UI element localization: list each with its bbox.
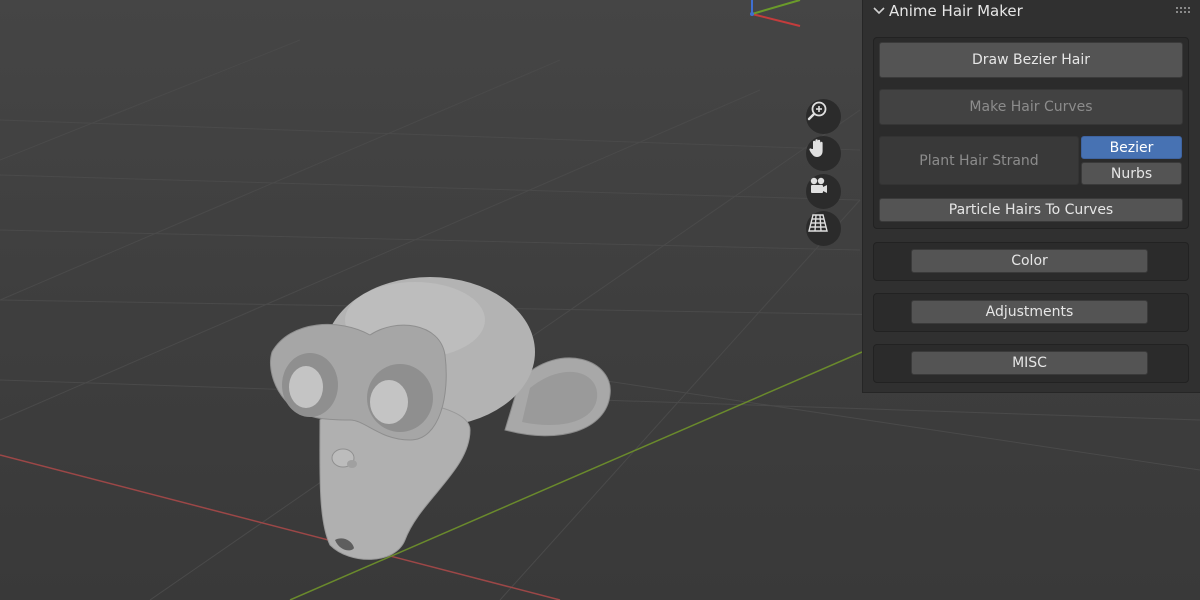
draw-bezier-hair-button[interactable]: Draw Bezier Hair bbox=[879, 42, 1183, 78]
curve-type-nurbs-option[interactable]: Nurbs bbox=[1081, 162, 1182, 185]
chevron-down-icon bbox=[873, 7, 885, 15]
zoom-button[interactable] bbox=[806, 99, 841, 134]
panel-title: Anime Hair Maker bbox=[889, 2, 1023, 20]
plant-hair-strand-button[interactable]: Plant Hair Strand bbox=[879, 136, 1079, 185]
panel-header[interactable]: Anime Hair Maker bbox=[863, 0, 1200, 24]
camera-view-button[interactable] bbox=[806, 174, 841, 209]
projection-toggle-button[interactable] bbox=[806, 211, 841, 246]
suzanne-mesh[interactable] bbox=[270, 277, 611, 560]
drag-grip-icon[interactable] bbox=[1176, 7, 1192, 15]
hand-pan-icon bbox=[809, 139, 823, 157]
pan-button[interactable] bbox=[806, 136, 841, 171]
color-section-button[interactable]: Color bbox=[911, 249, 1148, 273]
x-axis-line bbox=[0, 454, 561, 600]
camera-icon bbox=[810, 177, 827, 193]
anime-hair-maker-panel: Anime Hair Maker Draw Bezier Hair Make H… bbox=[862, 0, 1200, 393]
curve-type-bezier-option[interactable]: Bezier bbox=[1081, 136, 1182, 159]
zoom-icon bbox=[807, 101, 827, 121]
adjustments-section-button[interactable]: Adjustments bbox=[911, 300, 1148, 324]
orthographic-grid-icon bbox=[808, 214, 828, 232]
particle-hairs-to-curves-button[interactable]: Particle Hairs To Curves bbox=[879, 198, 1183, 222]
navigation-gizmo[interactable] bbox=[750, 0, 801, 27]
misc-section-button[interactable]: MISC bbox=[911, 351, 1148, 375]
make-hair-curves-button[interactable]: Make Hair Curves bbox=[879, 89, 1183, 125]
